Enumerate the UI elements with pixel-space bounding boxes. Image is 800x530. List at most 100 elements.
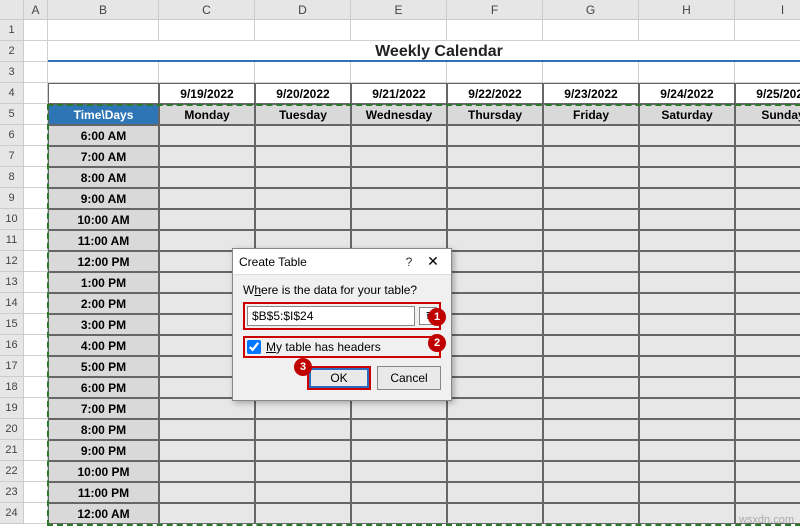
cell-G21[interactable] bbox=[543, 440, 639, 461]
cell-A12[interactable] bbox=[24, 251, 48, 272]
cell-H16[interactable] bbox=[639, 335, 735, 356]
row-header-12[interactable]: 12 bbox=[0, 251, 24, 272]
cell-A8[interactable] bbox=[24, 167, 48, 188]
cell-A18[interactable] bbox=[24, 377, 48, 398]
cell-C4[interactable]: 9/19/2022 bbox=[159, 83, 255, 104]
cell-G1[interactable] bbox=[543, 20, 639, 41]
cell-A3[interactable] bbox=[24, 62, 48, 83]
cell-F17[interactable] bbox=[447, 356, 543, 377]
col-header-H[interactable]: H bbox=[639, 0, 735, 20]
cell-G24[interactable] bbox=[543, 503, 639, 524]
row-header-19[interactable]: 19 bbox=[0, 398, 24, 419]
cell-A24[interactable] bbox=[24, 503, 48, 524]
cell-A19[interactable] bbox=[24, 398, 48, 419]
row-header-13[interactable]: 13 bbox=[0, 272, 24, 293]
col-header-A[interactable]: A bbox=[24, 0, 48, 20]
cell-I6[interactable] bbox=[735, 125, 800, 146]
cell-D5[interactable]: Tuesday bbox=[255, 104, 351, 125]
cell-C20[interactable] bbox=[159, 419, 255, 440]
cell-F22[interactable] bbox=[447, 461, 543, 482]
cell-B4[interactable] bbox=[48, 83, 159, 104]
cell-H4[interactable]: 9/24/2022 bbox=[639, 83, 735, 104]
cell-G7[interactable] bbox=[543, 146, 639, 167]
cell-C10[interactable] bbox=[159, 209, 255, 230]
cell-I3[interactable] bbox=[735, 62, 800, 83]
cancel-button[interactable]: Cancel bbox=[377, 366, 441, 390]
cell-F19[interactable] bbox=[447, 398, 543, 419]
cell-I20[interactable] bbox=[735, 419, 800, 440]
cell-B24[interactable]: 12:00 AM bbox=[48, 503, 159, 524]
cell-I4[interactable]: 9/25/2022 bbox=[735, 83, 800, 104]
cell-H24[interactable] bbox=[639, 503, 735, 524]
row-header-2[interactable]: 2 bbox=[0, 41, 24, 62]
ok-button[interactable]: OK bbox=[307, 366, 371, 390]
cell-A20[interactable] bbox=[24, 419, 48, 440]
row-header-21[interactable]: 21 bbox=[0, 440, 24, 461]
cell-B7[interactable]: 7:00 AM bbox=[48, 146, 159, 167]
cell-I14[interactable] bbox=[735, 293, 800, 314]
cell-I23[interactable] bbox=[735, 482, 800, 503]
row-header-16[interactable]: 16 bbox=[0, 335, 24, 356]
cell-F20[interactable] bbox=[447, 419, 543, 440]
cell-E21[interactable] bbox=[351, 440, 447, 461]
col-header-B[interactable]: B bbox=[48, 0, 159, 20]
cell-A1[interactable] bbox=[24, 20, 48, 41]
cell-G17[interactable] bbox=[543, 356, 639, 377]
cell-H19[interactable] bbox=[639, 398, 735, 419]
cell-B23[interactable]: 11:00 PM bbox=[48, 482, 159, 503]
cell-I15[interactable] bbox=[735, 314, 800, 335]
cell-G5[interactable]: Friday bbox=[543, 104, 639, 125]
row-header-6[interactable]: 6 bbox=[0, 125, 24, 146]
cell-C23[interactable] bbox=[159, 482, 255, 503]
row-header-15[interactable]: 15 bbox=[0, 314, 24, 335]
cell-A10[interactable] bbox=[24, 209, 48, 230]
col-header-F[interactable]: F bbox=[447, 0, 543, 20]
headers-checkbox[interactable] bbox=[247, 340, 261, 354]
cell-I8[interactable] bbox=[735, 167, 800, 188]
cell-F9[interactable] bbox=[447, 188, 543, 209]
cell-H1[interactable] bbox=[639, 20, 735, 41]
help-icon[interactable]: ? bbox=[397, 255, 421, 269]
cell-F16[interactable] bbox=[447, 335, 543, 356]
cell-G15[interactable] bbox=[543, 314, 639, 335]
cell-D4[interactable]: 9/20/2022 bbox=[255, 83, 351, 104]
cell-G11[interactable] bbox=[543, 230, 639, 251]
cell-E9[interactable] bbox=[351, 188, 447, 209]
cell-G9[interactable] bbox=[543, 188, 639, 209]
cell-I9[interactable] bbox=[735, 188, 800, 209]
cell-G23[interactable] bbox=[543, 482, 639, 503]
cell-H5[interactable]: Saturday bbox=[639, 104, 735, 125]
cell-F6[interactable] bbox=[447, 125, 543, 146]
cell-E20[interactable] bbox=[351, 419, 447, 440]
cell-E5[interactable]: Wednesday bbox=[351, 104, 447, 125]
cell-B15[interactable]: 3:00 PM bbox=[48, 314, 159, 335]
cell-B11[interactable]: 11:00 AM bbox=[48, 230, 159, 251]
cell-F18[interactable] bbox=[447, 377, 543, 398]
cell-E1[interactable] bbox=[351, 20, 447, 41]
cell-C24[interactable] bbox=[159, 503, 255, 524]
cell-C9[interactable] bbox=[159, 188, 255, 209]
cell-H6[interactable] bbox=[639, 125, 735, 146]
dialog-titlebar[interactable]: Create Table ? ✕ bbox=[233, 249, 451, 275]
cell-G8[interactable] bbox=[543, 167, 639, 188]
row-header-7[interactable]: 7 bbox=[0, 146, 24, 167]
cell-H15[interactable] bbox=[639, 314, 735, 335]
cell-D24[interactable] bbox=[255, 503, 351, 524]
cell-I21[interactable] bbox=[735, 440, 800, 461]
cell-E7[interactable] bbox=[351, 146, 447, 167]
row-header-22[interactable]: 22 bbox=[0, 461, 24, 482]
col-header-E[interactable]: E bbox=[351, 0, 447, 20]
cell-A17[interactable] bbox=[24, 356, 48, 377]
cell-A21[interactable] bbox=[24, 440, 48, 461]
cell-H20[interactable] bbox=[639, 419, 735, 440]
cell-B20[interactable]: 8:00 PM bbox=[48, 419, 159, 440]
cell-F3[interactable] bbox=[447, 62, 543, 83]
cell-D10[interactable] bbox=[255, 209, 351, 230]
row-header-8[interactable]: 8 bbox=[0, 167, 24, 188]
headers-checkbox-row[interactable]: My table has headers bbox=[243, 336, 441, 358]
cell-B22[interactable]: 10:00 PM bbox=[48, 461, 159, 482]
row-header-23[interactable]: 23 bbox=[0, 482, 24, 503]
cell-E8[interactable] bbox=[351, 167, 447, 188]
cell-B13[interactable]: 1:00 PM bbox=[48, 272, 159, 293]
cell-A14[interactable] bbox=[24, 293, 48, 314]
